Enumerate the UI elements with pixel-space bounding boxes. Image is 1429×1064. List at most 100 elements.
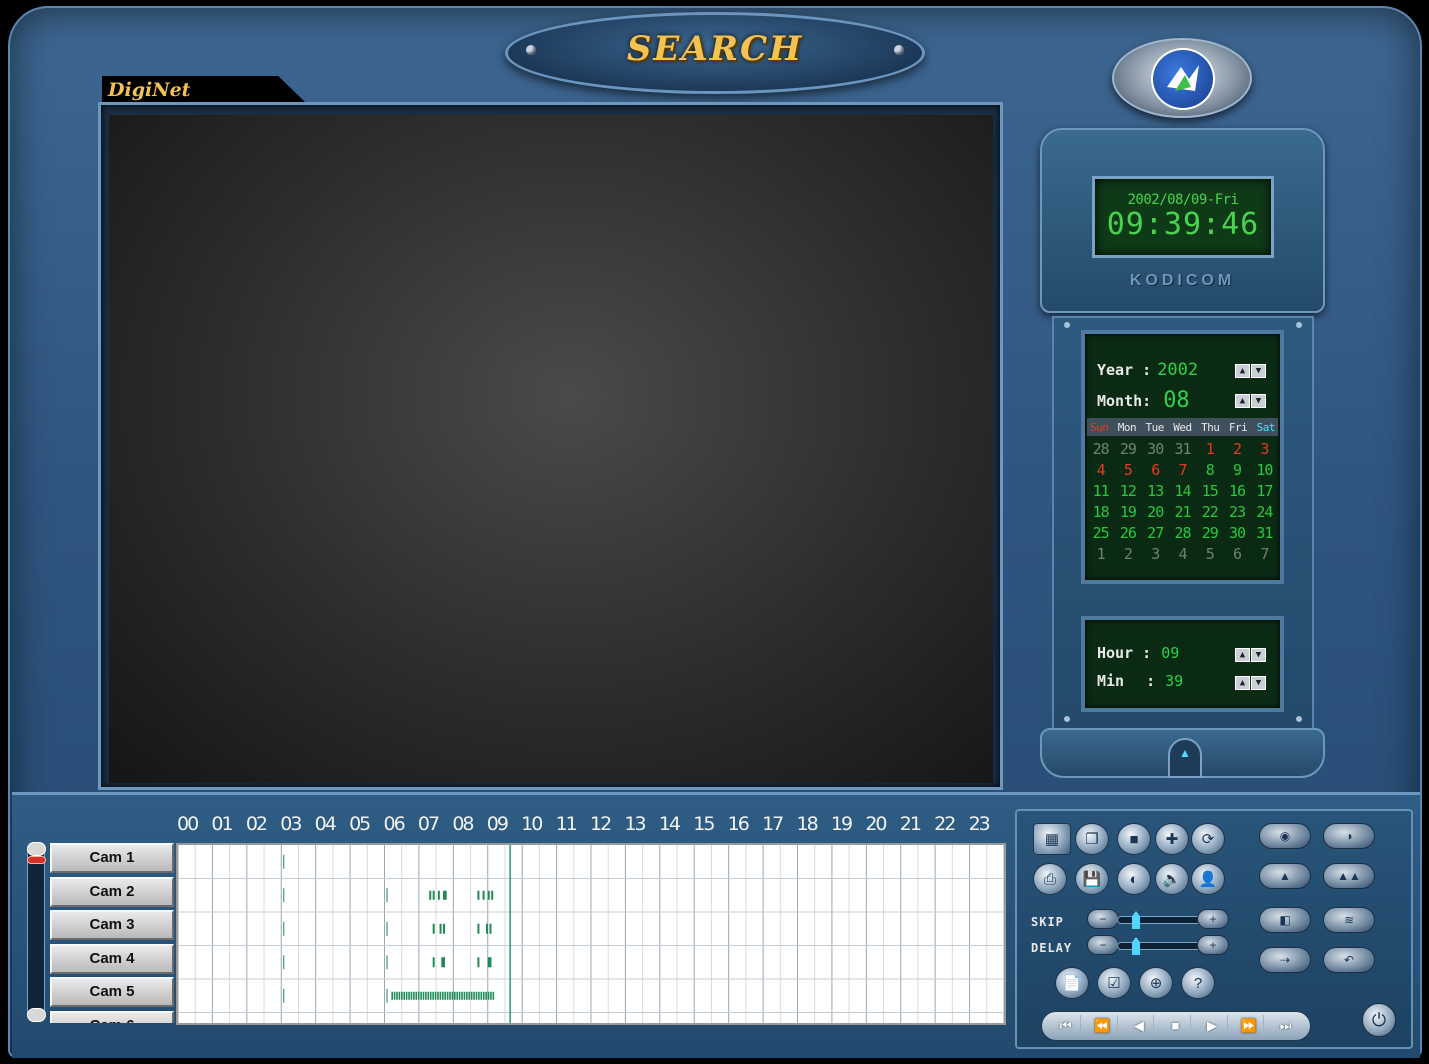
- recording-mark[interactable]: [486, 923, 489, 934]
- pos-button[interactable]: ⊕: [1139, 967, 1173, 999]
- color-enhance-button[interactable]: ≋: [1323, 907, 1375, 933]
- calendar-day[interactable]: 7: [1169, 461, 1196, 479]
- recording-mark[interactable]: [491, 890, 494, 900]
- calendar-day[interactable]: 28: [1169, 524, 1196, 542]
- recording-mark[interactable]: [456, 991, 459, 1000]
- calendar-day[interactable]: 16: [1223, 482, 1250, 500]
- recording-mark[interactable]: [470, 991, 473, 1000]
- recording-mark[interactable]: [444, 890, 447, 900]
- camera-button[interactable]: Cam 3: [50, 910, 174, 940]
- calendar-day[interactable]: 28: [1087, 440, 1114, 458]
- recording-mark[interactable]: [283, 921, 285, 936]
- calendar-day[interactable]: 4: [1087, 461, 1114, 479]
- delay-plus-button[interactable]: +: [1197, 935, 1229, 955]
- recording-mark[interactable]: [429, 991, 432, 1000]
- arrow-down-icon[interactable]: ▼: [1251, 364, 1266, 378]
- recording-mark[interactable]: [422, 991, 425, 1000]
- calendar-day[interactable]: 26: [1114, 524, 1141, 542]
- calendar-day[interactable]: 23: [1223, 503, 1250, 521]
- arrow-down-icon[interactable]: ▼: [1251, 676, 1266, 690]
- month-stepper[interactable]: ▲ ▼: [1235, 394, 1266, 408]
- split-screen-button[interactable]: ▦: [1033, 823, 1071, 855]
- delay-minus-button[interactable]: −: [1087, 935, 1119, 955]
- recording-mark[interactable]: [393, 991, 396, 1000]
- recording-mark[interactable]: [477, 957, 480, 968]
- mirror-button[interactable]: ◧: [1259, 907, 1311, 933]
- calendar-day[interactable]: 19: [1114, 503, 1141, 521]
- calendar-day[interactable]: 15: [1196, 482, 1223, 500]
- calendar-day[interactable]: 6: [1223, 545, 1250, 563]
- recording-mark[interactable]: [446, 991, 449, 1000]
- reverse-play-icon[interactable]: ◀: [1124, 1015, 1155, 1037]
- recording-mark[interactable]: [410, 991, 413, 1000]
- calendar-day[interactable]: 17: [1251, 482, 1278, 500]
- recording-mark[interactable]: [429, 890, 432, 900]
- calendar-day[interactable]: 5: [1196, 545, 1223, 563]
- recording-mark[interactable]: [386, 888, 388, 903]
- recording-mark[interactable]: [283, 955, 285, 970]
- recording-mark[interactable]: [434, 991, 437, 1000]
- calendar-day[interactable]: 3: [1142, 545, 1169, 563]
- recording-mark[interactable]: [415, 991, 418, 1000]
- recording-mark[interactable]: [490, 991, 492, 1000]
- recording-mark[interactable]: [283, 888, 285, 903]
- recording-mark[interactable]: [482, 890, 485, 900]
- recording-mark[interactable]: [398, 991, 401, 1000]
- calendar-day[interactable]: 30: [1142, 440, 1169, 458]
- scroll-thumb[interactable]: [27, 856, 46, 864]
- camera-button[interactable]: Cam 2: [50, 876, 174, 907]
- first-frame-icon[interactable]: ⏮: [1051, 1015, 1082, 1037]
- delay-slider-knob[interactable]: [1132, 937, 1140, 955]
- recording-mark[interactable]: [405, 991, 408, 1000]
- camera-button[interactable]: Cam 1: [50, 843, 174, 873]
- refresh-button[interactable]: ⟳: [1191, 823, 1225, 855]
- record-timeline[interactable]: [176, 843, 1006, 1025]
- recording-mark[interactable]: [413, 991, 415, 1000]
- recording-mark[interactable]: [463, 991, 466, 1000]
- calendar-day[interactable]: 7: [1251, 545, 1278, 563]
- recording-mark[interactable]: [461, 991, 463, 1000]
- calendar-day[interactable]: 25: [1087, 524, 1114, 542]
- recording-mark[interactable]: [420, 991, 422, 1000]
- calendar-day[interactable]: 3: [1251, 440, 1278, 458]
- recording-mark[interactable]: [439, 991, 442, 1000]
- calendar-day[interactable]: 11: [1087, 482, 1114, 500]
- user-button[interactable]: 👤: [1191, 863, 1225, 895]
- color-button[interactable]: ◐: [1117, 863, 1151, 895]
- recording-mark[interactable]: [437, 991, 439, 1000]
- recording-mark[interactable]: [439, 923, 442, 934]
- camera-button[interactable]: Cam 4: [50, 943, 174, 974]
- recording-mark[interactable]: [283, 854, 285, 869]
- recording-mark[interactable]: [475, 991, 478, 1000]
- recording-mark[interactable]: [441, 957, 444, 968]
- recording-mark[interactable]: [443, 957, 446, 968]
- skip-slider[interactable]: [1117, 911, 1207, 929]
- camera-button[interactable]: Cam 5: [50, 977, 174, 1007]
- camera-button[interactable]: Cam 6: [50, 1010, 174, 1023]
- document-button[interactable]: 📄: [1055, 967, 1089, 999]
- recording-mark[interactable]: [451, 991, 454, 1000]
- zoom-button[interactable]: ✚: [1155, 823, 1189, 855]
- calendar-day[interactable]: 2: [1223, 440, 1250, 458]
- recording-mark[interactable]: [417, 991, 420, 1000]
- calendar-day[interactable]: 30: [1223, 524, 1250, 542]
- camera-scrollbar[interactable]: [27, 842, 46, 1022]
- year-stepper[interactable]: ▲ ▼: [1235, 364, 1266, 378]
- recording-mark[interactable]: [473, 991, 475, 1000]
- calendar-day[interactable]: 27: [1142, 524, 1169, 542]
- power-button[interactable]: ⏻: [1362, 1003, 1396, 1037]
- recording-mark[interactable]: [485, 991, 487, 1000]
- recording-mark[interactable]: [386, 921, 388, 936]
- arrow-up-icon[interactable]: ▲: [1235, 648, 1250, 662]
- recording-mark[interactable]: [487, 991, 490, 1000]
- recording-mark[interactable]: [443, 890, 446, 900]
- skip-slider-knob[interactable]: [1132, 911, 1140, 929]
- recording-mark[interactable]: [480, 991, 483, 1000]
- arrow-down-icon[interactable]: ▼: [1251, 648, 1266, 662]
- export-button[interactable]: ⇢: [1259, 947, 1311, 973]
- calendar-day[interactable]: 29: [1196, 524, 1223, 542]
- calendar-day[interactable]: 9: [1223, 461, 1250, 479]
- recording-mark[interactable]: [425, 991, 427, 1000]
- last-frame-icon[interactable]: ⏭: [1271, 1015, 1301, 1037]
- recording-mark[interactable]: [458, 991, 461, 1000]
